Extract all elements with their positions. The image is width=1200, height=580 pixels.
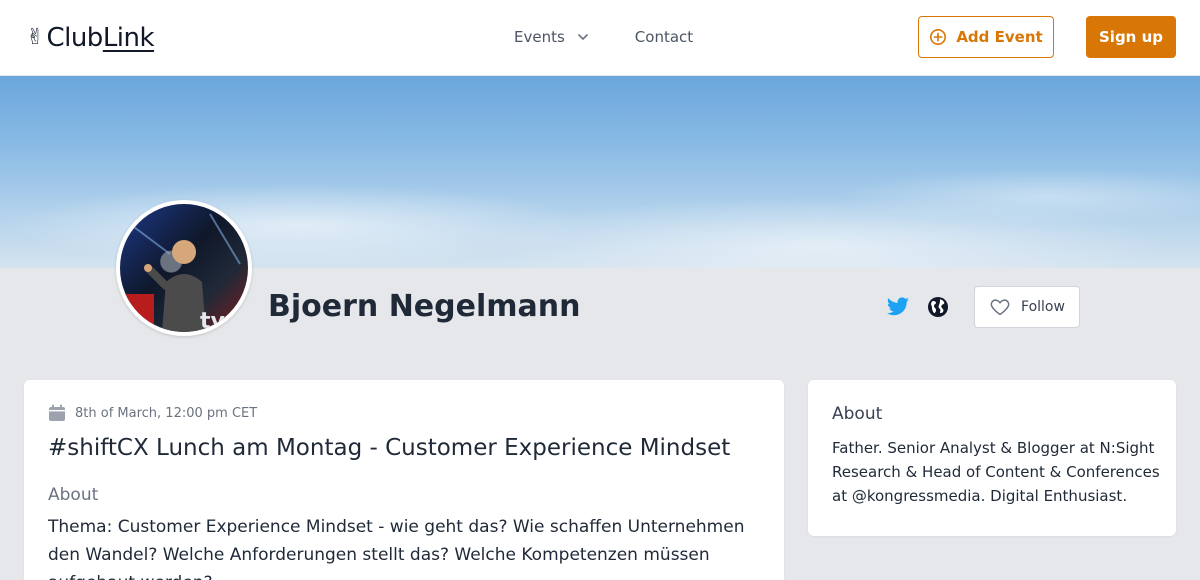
about-card: About Father. Senior Analyst & Blogger a…: [808, 380, 1176, 536]
about-heading: About: [832, 404, 883, 424]
plus-circle-icon: [930, 28, 947, 46]
about-text: Father. Senior Analyst & Blogger at N:Si…: [832, 439, 1160, 505]
event-date: 8th of March, 12:00 pm CET: [48, 404, 257, 422]
logo-text-link: Link: [102, 23, 155, 53]
nav-contact-link[interactable]: Contact: [635, 26, 693, 48]
event-description: Thema: Customer Experience Mindset - wie…: [48, 517, 745, 580]
calendar-icon: [49, 404, 65, 421]
globe-icon[interactable]: [926, 295, 950, 319]
follow-label: Follow: [1021, 299, 1065, 315]
follow-button[interactable]: Follow: [974, 286, 1080, 328]
profile-name: Bjoern Negelmann: [268, 289, 581, 324]
heart-icon: [990, 299, 1010, 316]
logo-text: ClubLink: [46, 20, 154, 56]
event-card[interactable]: 8th of March, 12:00 pm CET #shiftCX Lunc…: [24, 380, 784, 580]
nav-events-label: Events: [514, 28, 565, 46]
clublink-logo[interactable]: ✌ ClubLink: [26, 20, 155, 56]
avatar-illustration: tv: [120, 213, 241, 332]
nav-events-dropdown[interactable]: Events: [514, 26, 591, 48]
victory-hand-icon: ✌: [26, 25, 45, 50]
sign-up-button[interactable]: Sign up: [1086, 16, 1176, 58]
logo-text-club: Club: [46, 23, 103, 53]
nav-contact-label: Contact: [634, 28, 694, 46]
svg-text:tv: tv: [200, 309, 226, 332]
event-title[interactable]: #shiftCX Lunch am Montag - Customer Expe…: [48, 432, 730, 464]
event-about-label: About: [48, 485, 99, 505]
add-event-button[interactable]: Add Event: [918, 16, 1054, 58]
event-date-text: 8th of March, 12:00 pm CET: [75, 405, 258, 421]
top-header: ✌ ClubLink Events Contact Add Event Sign…: [0, 0, 1200, 76]
add-event-label: Add Event: [956, 28, 1043, 46]
sign-up-label: Sign up: [1099, 28, 1163, 46]
profile-avatar: tv: [116, 200, 252, 336]
chevron-down-icon: [577, 34, 588, 40]
twitter-icon[interactable]: [886, 295, 910, 319]
main-nav: Events Contact: [514, 26, 693, 48]
avatar-photo: tv: [120, 204, 248, 332]
